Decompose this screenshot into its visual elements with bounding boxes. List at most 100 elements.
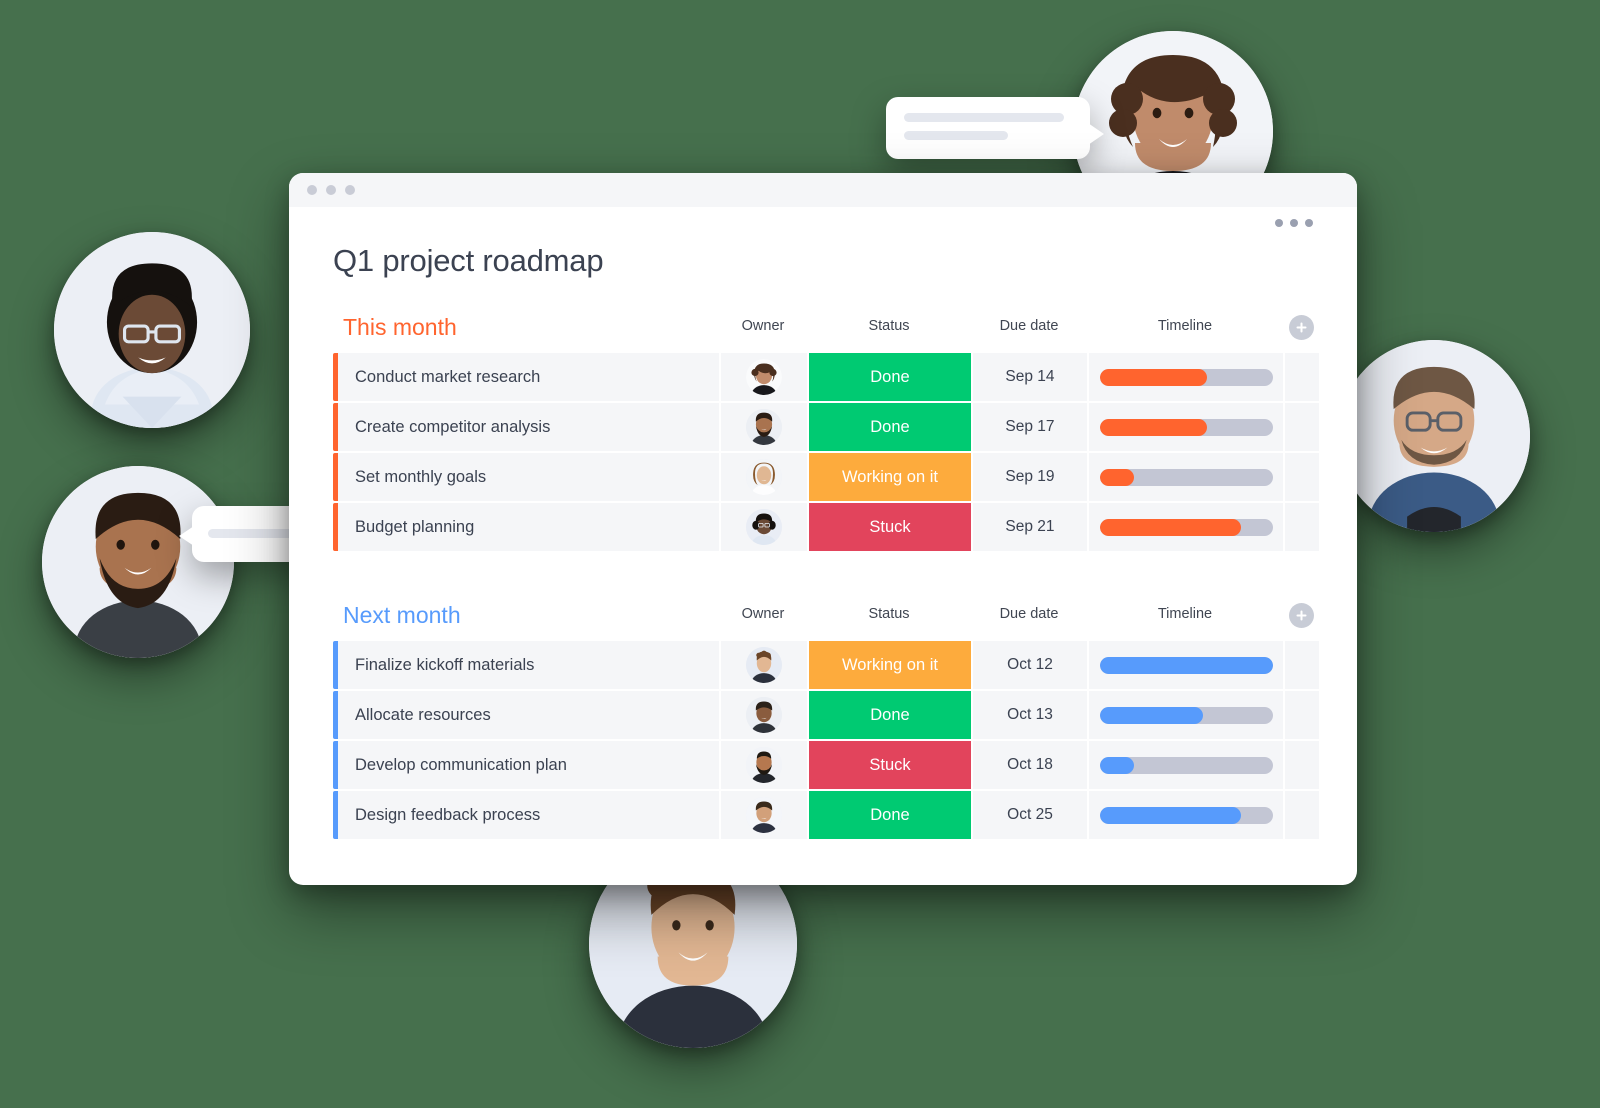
status-badge[interactable]: Stuck <box>807 503 971 551</box>
column-header-due-date: Due date <box>999 606 1059 622</box>
page-title: Q1 project roadmap <box>333 243 604 278</box>
due-date-cell[interactable]: Oct 13 <box>971 691 1087 739</box>
table-row[interactable]: Design feedback process Done Oct 25 <box>333 791 1319 839</box>
status-badge[interactable]: Done <box>807 353 971 401</box>
avatar <box>746 459 782 495</box>
timeline-track <box>1099 368 1273 386</box>
owner-cell[interactable] <box>719 741 807 789</box>
group-header: Next month Owner Status Due date Timelin… <box>333 602 1314 633</box>
due-date-cell[interactable]: Sep 21 <box>971 503 1087 551</box>
avatar <box>746 359 782 395</box>
group-header: This month Owner Status Due date Timelin… <box>333 314 1314 345</box>
group-this-month: This month Owner Status Due date Timelin… <box>333 314 1319 551</box>
app-window: Q1 project roadmap This month Owner Stat… <box>289 173 1357 885</box>
table-row[interactable]: Budget planning Stuck Sep 21 <box>333 503 1319 551</box>
board-content: Q1 project roadmap This month Owner Stat… <box>289 207 1357 839</box>
plus-icon <box>1296 322 1307 333</box>
kebab-menu-icon <box>1290 219 1298 227</box>
timeline-cell[interactable] <box>1087 641 1283 689</box>
board-menu-button[interactable] <box>1275 219 1313 227</box>
row-spacer <box>1283 741 1319 789</box>
status-badge[interactable]: Working on it <box>807 453 971 501</box>
row-spacer <box>1283 791 1319 839</box>
status-badge[interactable]: Done <box>807 691 971 739</box>
timeline-track <box>1099 518 1273 536</box>
chat-placeholder-line <box>904 131 1008 140</box>
traffic-light-close-icon[interactable] <box>307 185 317 195</box>
timeline-fill <box>1099 418 1207 436</box>
status-badge[interactable]: Stuck <box>807 741 971 789</box>
due-date-cell[interactable]: Oct 18 <box>971 741 1087 789</box>
owner-cell[interactable] <box>719 353 807 401</box>
window-titlebar <box>289 173 1357 207</box>
column-header-timeline: Timeline <box>1157 318 1213 334</box>
timeline-cell[interactable] <box>1087 353 1283 401</box>
table-row[interactable]: Conduct market research Done Sep 14 <box>333 353 1319 401</box>
page-root: Q1 project roadmap This month Owner Stat… <box>0 0 1600 1108</box>
table-row[interactable]: Develop communication plan Stuck Oct 18 <box>333 741 1319 789</box>
task-name[interactable]: Design feedback process <box>338 791 719 839</box>
due-date-cell[interactable]: Sep 19 <box>971 453 1087 501</box>
timeline-fill <box>1099 468 1135 486</box>
timeline-cell[interactable] <box>1087 791 1283 839</box>
avatar <box>746 747 782 783</box>
table-row[interactable]: Finalize kickoff materials Working on it… <box>333 641 1319 689</box>
task-name[interactable]: Budget planning <box>338 503 719 551</box>
column-header-status: Status <box>868 318 910 334</box>
avatar <box>746 509 782 545</box>
group-next-month: Next month Owner Status Due date Timelin… <box>333 602 1319 839</box>
column-header-owner: Owner <box>741 318 785 334</box>
due-date-cell[interactable]: Sep 14 <box>971 353 1087 401</box>
due-date-cell[interactable]: Sep 17 <box>971 403 1087 451</box>
due-date-cell[interactable]: Oct 25 <box>971 791 1087 839</box>
column-header-timeline: Timeline <box>1157 606 1213 622</box>
column-header-owner: Owner <box>741 606 785 622</box>
timeline-cell[interactable] <box>1087 691 1283 739</box>
table-row[interactable]: Allocate resources Done Oct 13 <box>333 691 1319 739</box>
task-name[interactable]: Conduct market research <box>338 353 719 401</box>
column-header-status: Status <box>868 606 910 622</box>
task-name[interactable]: Develop communication plan <box>338 741 719 789</box>
column-headers: Owner Status Due date Timeline <box>333 603 1313 633</box>
timeline-fill <box>1099 368 1207 386</box>
row-spacer <box>1283 453 1319 501</box>
owner-cell[interactable] <box>719 403 807 451</box>
due-date-cell[interactable]: Oct 12 <box>971 641 1087 689</box>
timeline-cell[interactable] <box>1087 453 1283 501</box>
timeline-track <box>1099 468 1273 486</box>
timeline-fill <box>1099 518 1242 536</box>
plus-icon <box>1296 610 1307 621</box>
task-name[interactable]: Set monthly goals <box>338 453 719 501</box>
owner-cell[interactable] <box>719 453 807 501</box>
table-row[interactable]: Set monthly goals Working on it Sep 19 <box>333 453 1319 501</box>
avatar-right <box>1338 340 1530 532</box>
task-name[interactable]: Finalize kickoff materials <box>338 641 719 689</box>
traffic-light-minimize-icon[interactable] <box>326 185 336 195</box>
task-name[interactable]: Create competitor analysis <box>338 403 719 451</box>
avatar <box>746 797 782 833</box>
kebab-menu-icon <box>1275 219 1283 227</box>
chat-bubble-top <box>886 97 1104 159</box>
owner-cell[interactable] <box>719 691 807 739</box>
owner-cell[interactable] <box>719 791 807 839</box>
owner-cell[interactable] <box>719 503 807 551</box>
status-badge[interactable]: Working on it <box>807 641 971 689</box>
timeline-cell[interactable] <box>1087 503 1283 551</box>
row-spacer <box>1283 691 1319 739</box>
add-column-button[interactable] <box>1289 315 1314 340</box>
owner-cell[interactable] <box>719 641 807 689</box>
task-name[interactable]: Allocate resources <box>338 691 719 739</box>
timeline-cell[interactable] <box>1087 403 1283 451</box>
row-spacer <box>1283 641 1319 689</box>
status-badge[interactable]: Done <box>807 791 971 839</box>
traffic-light-maximize-icon[interactable] <box>345 185 355 195</box>
add-column-button[interactable] <box>1289 603 1314 628</box>
table-row[interactable]: Create competitor analysis Done Sep 17 <box>333 403 1319 451</box>
timeline-cell[interactable] <box>1087 741 1283 789</box>
avatar-left-bottom <box>42 466 234 658</box>
status-badge[interactable]: Done <box>807 403 971 451</box>
kebab-menu-icon <box>1305 219 1313 227</box>
chat-placeholder-line <box>904 113 1064 122</box>
row-spacer <box>1283 403 1319 451</box>
timeline-fill <box>1099 806 1242 824</box>
